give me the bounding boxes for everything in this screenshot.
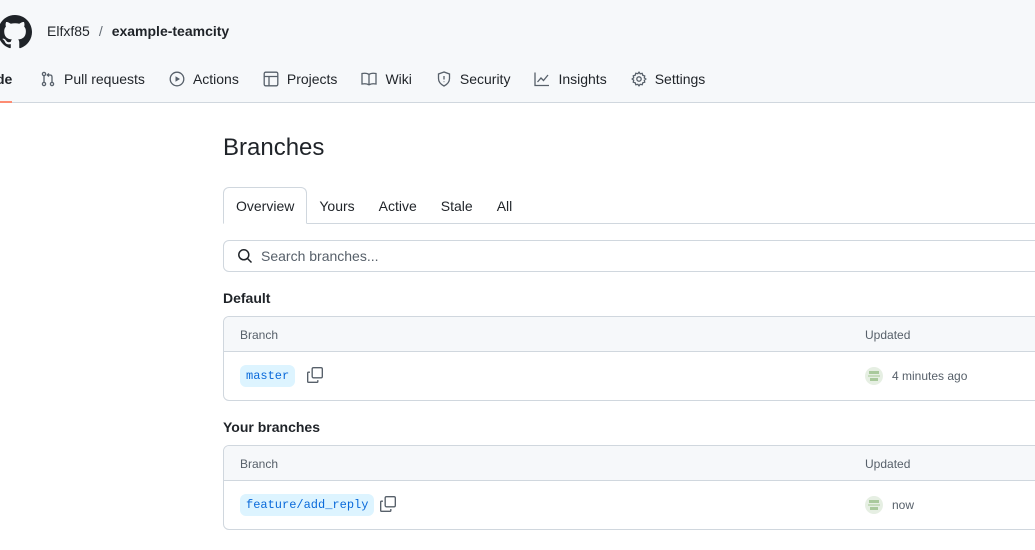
column-header-updated: Updated: [865, 328, 911, 342]
tab-active[interactable]: Active: [367, 187, 429, 224]
repo-owner-link[interactable]: Elfxf85: [47, 22, 90, 40]
tab-projects[interactable]: Projects: [263, 60, 338, 98]
tab-pull-requests[interactable]: Pull requests: [40, 60, 145, 98]
column-header-branch: Branch: [240, 328, 279, 342]
tab-code[interactable]: de: [0, 60, 13, 103]
tab-label: Insights: [558, 71, 607, 87]
table-row: master 4 minutes ago: [224, 352, 1035, 400]
search-input[interactable]: [261, 248, 961, 264]
copy-icon[interactable]: [379, 495, 397, 513]
tab-label: Settings: [654, 71, 706, 87]
table-header: Branch Updated: [224, 317, 1035, 352]
search-icon: [237, 248, 253, 264]
avatar[interactable]: [865, 496, 883, 514]
tab-wiki[interactable]: Wiki: [361, 60, 412, 98]
table-icon: [263, 71, 279, 87]
tab-label: Projects: [286, 71, 338, 87]
table-header: Branch Updated: [224, 446, 1035, 481]
updated-cell: 4 minutes ago: [865, 367, 967, 385]
branch-table-yours: Branch Updated feature/add_reply now: [223, 445, 1035, 530]
copy-icon[interactable]: [306, 366, 324, 384]
pull-request-icon: [40, 71, 56, 87]
search-box: [223, 240, 1035, 272]
tab-label: Actions: [192, 71, 239, 87]
section-title-your-branches: Your branches: [223, 419, 320, 435]
tab-actions[interactable]: Actions: [169, 60, 239, 98]
graph-icon: [534, 71, 550, 87]
gear-icon: [630, 71, 647, 87]
updated-time: 4 minutes ago: [892, 369, 968, 383]
breadcrumb: Elfxf85 / example-teamcity: [47, 22, 229, 40]
avatar[interactable]: [865, 367, 883, 385]
tab-stale[interactable]: Stale: [429, 187, 485, 224]
tab-all[interactable]: All: [485, 187, 525, 224]
tab-insights[interactable]: Insights: [534, 60, 607, 98]
branch-name-link[interactable]: master: [240, 365, 296, 387]
updated-cell: now: [865, 496, 914, 514]
tab-settings[interactable]: Settings: [630, 60, 706, 98]
column-header-branch: Branch: [240, 457, 279, 471]
branch-name-link[interactable]: feature/add_reply: [240, 494, 375, 516]
page-title: Branches: [223, 134, 325, 161]
repo-header: Elfxf85 / example-teamcity de Pull reque…: [0, 0, 1035, 103]
play-icon: [169, 71, 185, 87]
updated-time: now: [892, 498, 915, 512]
tab-label: Security: [459, 71, 511, 87]
tab-label: Pull requests: [64, 71, 145, 87]
tab-code-label: de: [0, 71, 13, 87]
tab-label: Wiki: [385, 71, 412, 87]
shield-icon: [436, 71, 452, 87]
github-logo-icon[interactable]: [0, 15, 32, 49]
column-header-updated: Updated: [865, 457, 911, 471]
breadcrumb-separator: /: [98, 23, 103, 39]
table-row: feature/add_reply now: [224, 481, 1035, 529]
tab-security[interactable]: Security: [436, 60, 511, 98]
tab-yours[interactable]: Yours: [307, 187, 366, 224]
repo-name-link[interactable]: example-teamcity: [112, 22, 230, 40]
section-title-default: Default: [223, 290, 271, 306]
branch-table-default: Branch Updated master 4 minutes ago: [223, 316, 1035, 401]
branch-filter-tabs: Overview Yours Active Stale All: [223, 187, 1035, 224]
book-icon: [361, 71, 378, 87]
tab-overview[interactable]: Overview: [223, 187, 308, 224]
